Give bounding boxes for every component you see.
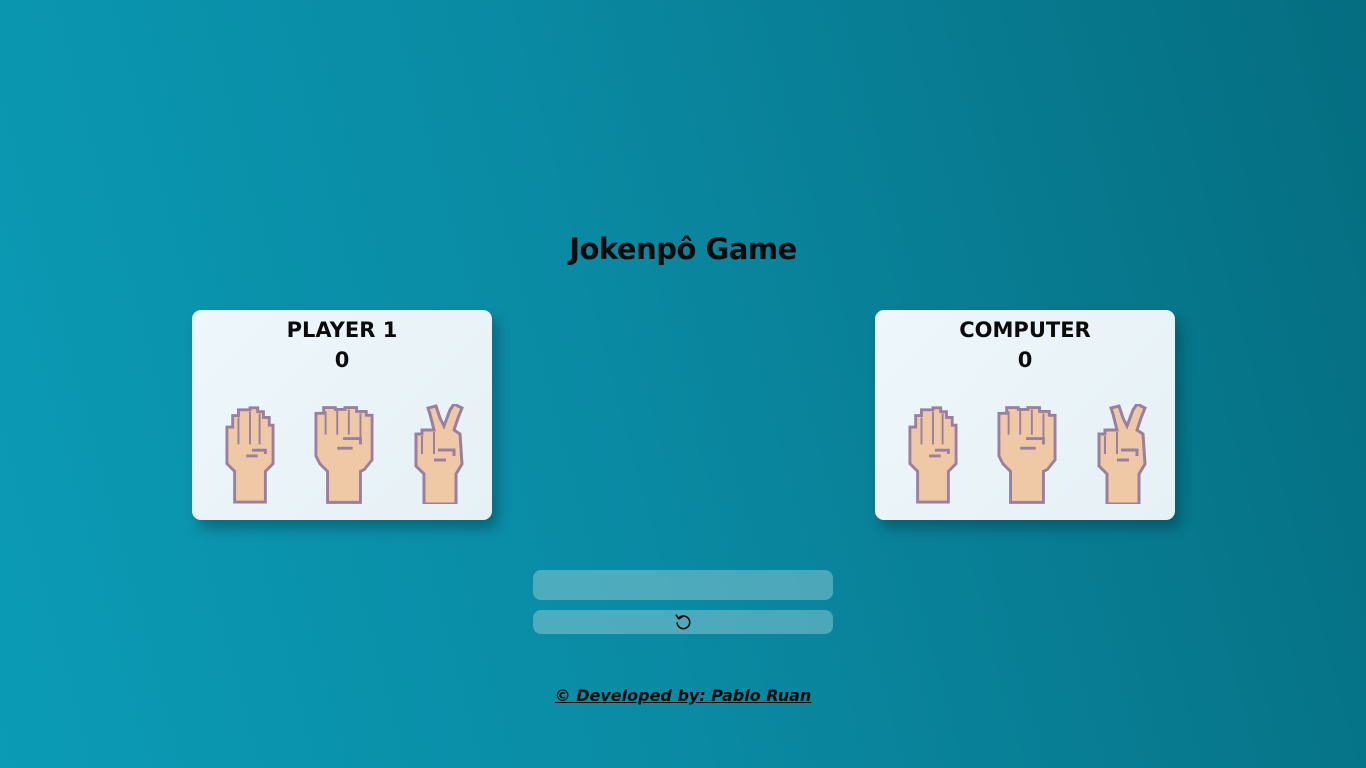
paper-hand-icon [908,404,958,504]
computer-rock-hand [997,404,1057,504]
rock-hand-icon [997,404,1057,504]
developer-credit-link[interactable]: © Developed by: Pablo Ruan [555,686,812,705]
footer: © Developed by: Pablo Ruan [0,686,1366,705]
computer-card: COMPUTER 0 [875,310,1175,520]
result-display [533,570,833,600]
scissors-hand-icon [414,404,466,504]
computer-scissors-hand [1097,404,1149,504]
computer-score: 0 [1017,348,1033,372]
rock-hand-icon [314,404,374,504]
player-paper-button[interactable] [225,404,275,504]
reset-button[interactable] [533,610,833,634]
player-name: PLAYER 1 [286,318,398,342]
player-scissors-button[interactable] [414,404,466,504]
player-card: PLAYER 1 0 [192,310,492,520]
player-rock-button[interactable] [314,404,374,504]
scissors-hand-icon [1097,404,1149,504]
player-score: 0 [334,348,350,372]
computer-name: COMPUTER [959,318,1091,342]
reset-icon [674,613,692,631]
page-title: Jokenpô Game [569,232,797,266]
paper-hand-icon [225,404,275,504]
computer-paper-hand [908,404,958,504]
